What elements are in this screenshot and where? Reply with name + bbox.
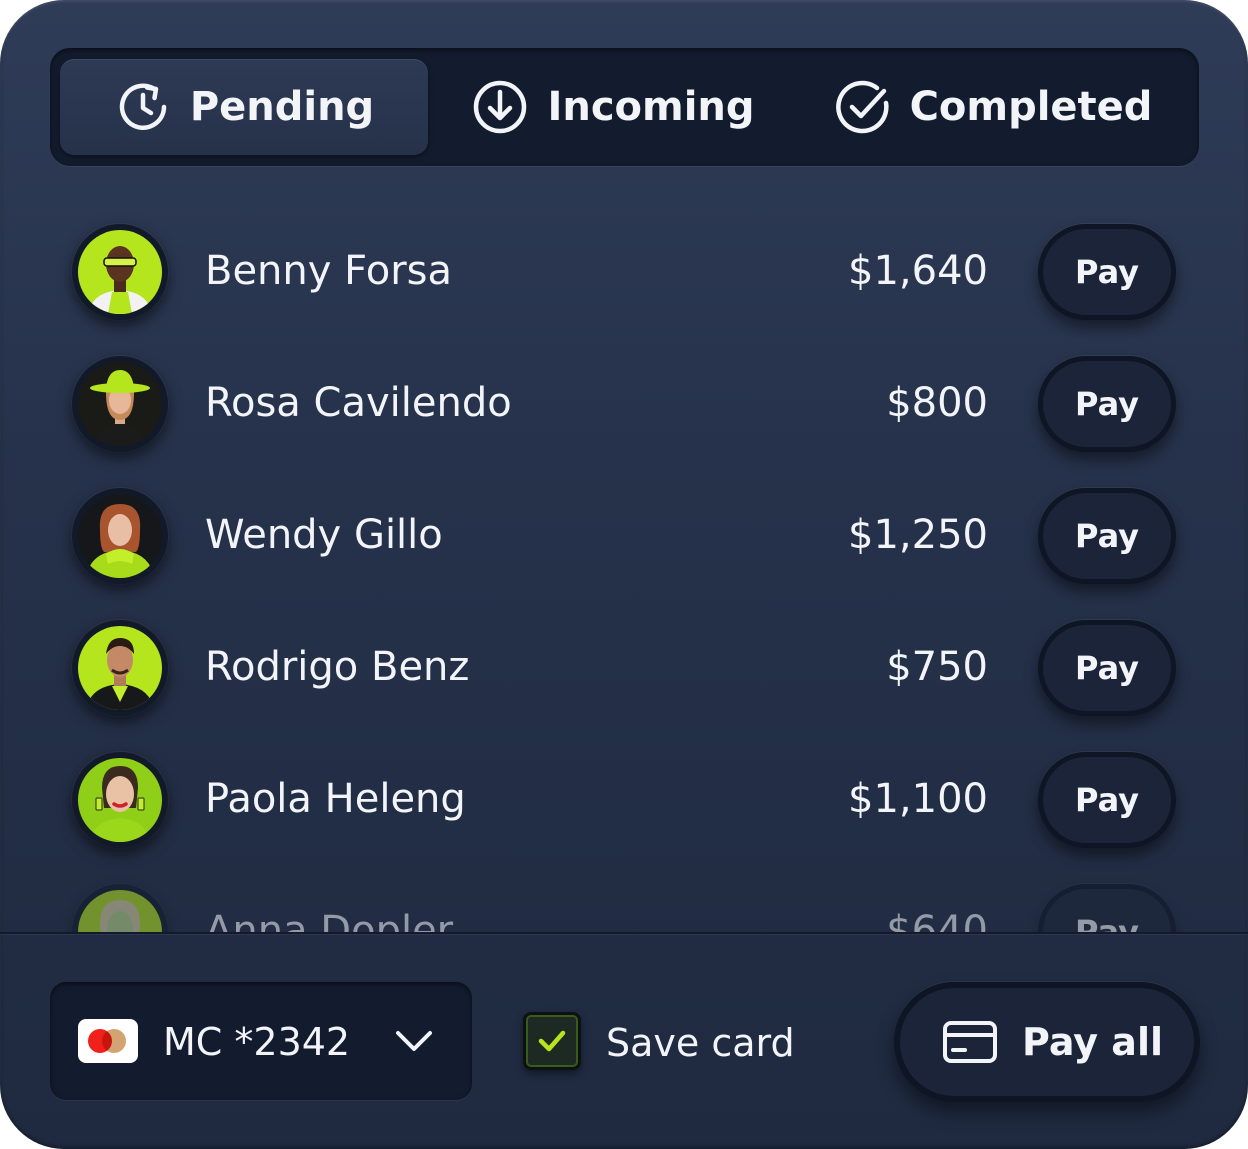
tab-pending[interactable]: Pending — [60, 59, 428, 155]
avatar — [72, 620, 168, 716]
check-circle-icon — [835, 80, 889, 134]
pay-button[interactable]: Pay — [1038, 752, 1176, 848]
payments-panel: Pending Incoming Completed Benny Forsa $… — [0, 0, 1248, 1149]
credit-card-icon — [943, 1021, 997, 1063]
avatar — [72, 884, 168, 932]
avatar — [72, 356, 168, 452]
checkmark-icon — [538, 1030, 566, 1052]
list-item: Paola Heleng $1,100 Pay — [0, 726, 1248, 858]
payee-amount: $800 — [886, 380, 988, 426]
payee-name: Paola Heleng — [205, 776, 466, 822]
pay-button[interactable]: Pay — [1038, 488, 1176, 584]
pay-button[interactable]: Pay — [1038, 620, 1176, 716]
payee-name: Wendy Gillo — [205, 512, 443, 558]
payee-amount: $640 — [886, 908, 988, 932]
list-item: Rosa Cavilendo $800 Pay — [0, 330, 1248, 462]
pay-button[interactable]: Pay — [1038, 356, 1176, 452]
payee-name: Rosa Cavilendo — [205, 380, 512, 426]
avatar — [72, 488, 168, 584]
payee-amount: $1,100 — [848, 776, 988, 822]
save-card-label: Save card — [606, 1021, 795, 1065]
payee-list: Benny Forsa $1,640 Pay Rosa Cavilendo $8… — [0, 190, 1248, 932]
list-item: Wendy Gillo $1,250 Pay — [0, 462, 1248, 594]
tab-completed[interactable]: Completed — [798, 59, 1188, 155]
list-item: Rodrigo Benz $750 Pay — [0, 594, 1248, 726]
payee-name: Anna Dopler — [205, 908, 454, 932]
mastercard-icon — [78, 1019, 138, 1063]
tab-bar: Pending Incoming Completed — [50, 48, 1199, 166]
pay-all-label: Pay all — [1022, 1020, 1163, 1064]
footer-divider — [0, 932, 1248, 934]
chevron-down-icon — [396, 1031, 432, 1051]
payee-amount: $1,640 — [848, 248, 988, 294]
payee-name: Benny Forsa — [205, 248, 452, 294]
tab-pending-label: Pending — [189, 84, 375, 130]
payee-name: Rodrigo Benz — [205, 644, 470, 690]
card-label: MC *2342 — [163, 1020, 351, 1064]
save-card-checkbox[interactable] — [523, 1012, 581, 1070]
pay-button[interactable]: Pay — [1038, 884, 1176, 932]
arrow-down-circle-icon — [474, 80, 527, 134]
avatar — [72, 224, 168, 320]
payment-card-dropdown[interactable]: MC *2342 — [50, 982, 472, 1100]
list-item: Benny Forsa $1,640 Pay — [0, 198, 1248, 330]
pay-button[interactable]: Pay — [1038, 224, 1176, 320]
payee-amount: $750 — [886, 644, 988, 690]
list-item: Anna Dopler $640 Pay — [0, 858, 1248, 932]
tab-incoming-label: Incoming — [547, 84, 755, 130]
avatar — [72, 752, 168, 848]
payee-amount: $1,250 — [848, 512, 988, 558]
tab-completed-label: Completed — [909, 84, 1153, 130]
pay-all-button[interactable]: Pay all — [894, 982, 1200, 1102]
clock-refresh-icon — [119, 83, 167, 130]
tab-incoming[interactable]: Incoming — [428, 59, 798, 155]
